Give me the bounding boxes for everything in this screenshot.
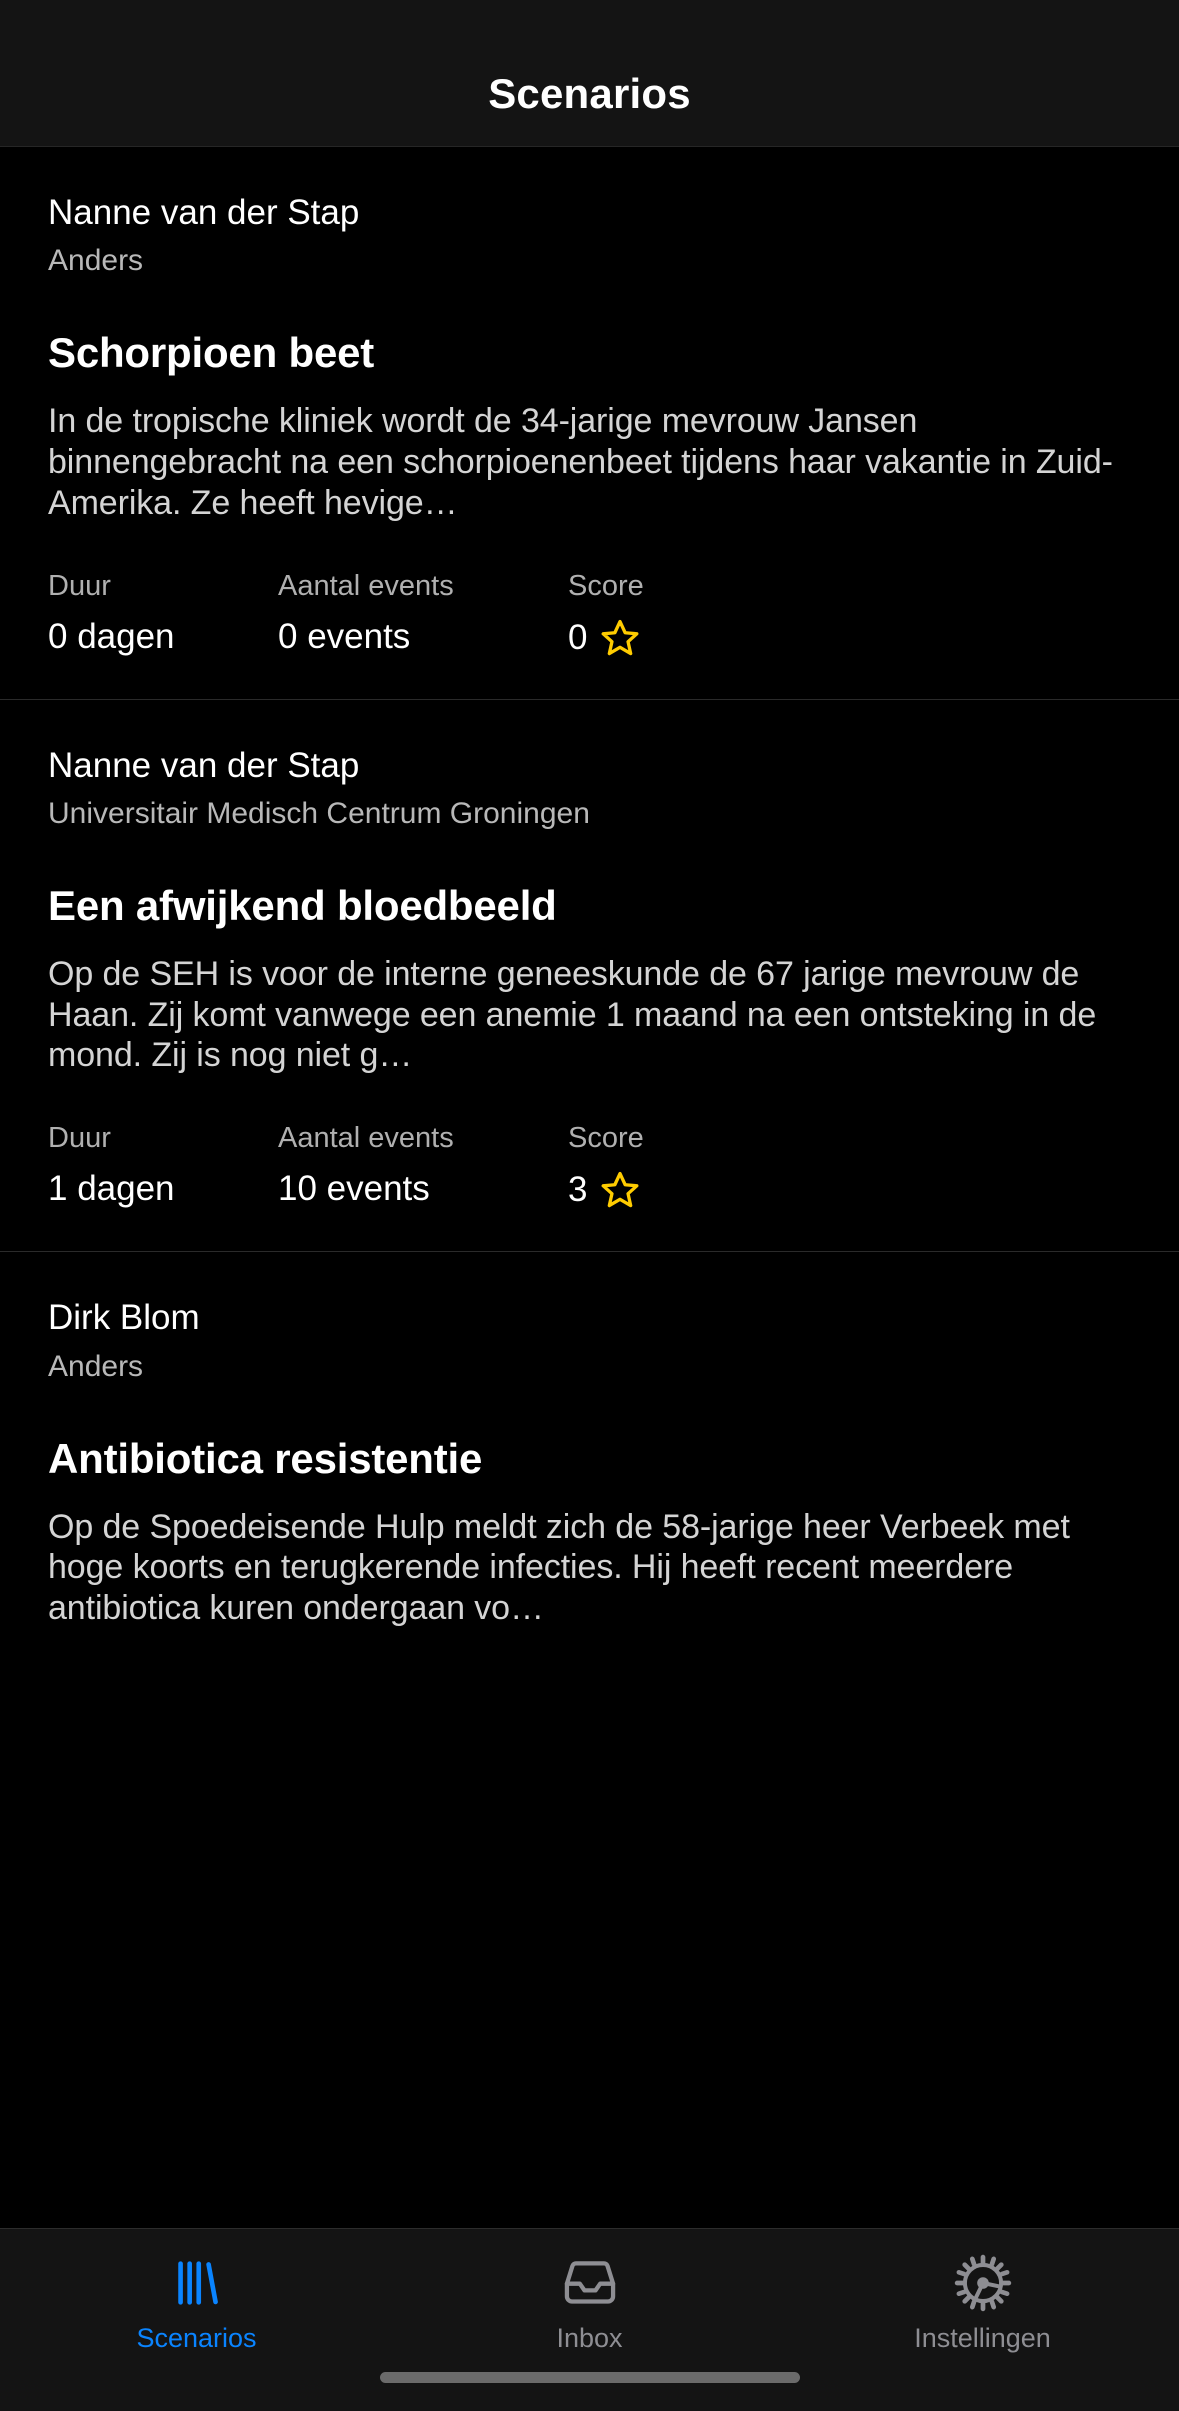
scenario-author: Nanne van der Stap	[48, 745, 360, 785]
stat-events: Aantal events 0 events	[278, 570, 568, 659]
scenario-organisation: Universitair Medisch Centrum Groningen	[48, 796, 590, 830]
stat-events-value: 0 events	[278, 616, 411, 656]
scenario-organisation: Anders	[48, 1349, 144, 1383]
scenario-organisation: Anders	[48, 244, 144, 278]
page-title: Scenarios	[488, 70, 691, 117]
stat-duur-value: 0 dagen	[48, 616, 175, 656]
stat-events-label: Aantal events	[278, 569, 454, 602]
star-icon	[602, 619, 639, 655]
scenario-title: Antibiotica resistentie	[48, 1434, 483, 1482]
scenario-author: Dirk Blom	[48, 1298, 200, 1338]
stat-score-label: Score	[568, 1122, 644, 1155]
stat-score-value: 3	[568, 1170, 588, 1210]
inbox-icon	[560, 2253, 620, 2313]
stat-events-label: Aantal events	[278, 1122, 454, 1155]
books-icon	[168, 2253, 226, 2313]
list-item[interactable]: Dirk Blom Anders Antibiotica resistentie…	[0, 1252, 1179, 1669]
stat-duur-value: 1 dagen	[48, 1169, 175, 1209]
tab-bar: Scenarios Inbox Instellingen	[0, 2228, 1179, 2411]
home-indicator	[379, 2372, 800, 2383]
scenario-stats: Duur 1 dagen Aantal events 10 events Sco…	[48, 1122, 1131, 1211]
scenario-description: Op de Spoedeisende Hulp meldt zich de 58…	[48, 1507, 1070, 1628]
stat-score-label: Score	[568, 569, 644, 602]
star-icon	[602, 1172, 639, 1208]
scenario-description: In de tropische kliniek wordt de 34-jari…	[48, 402, 1113, 522]
scenario-title: Een afwijkend bloedbeeld	[48, 881, 557, 929]
stat-duur-label: Duur	[48, 569, 111, 602]
stat-events: Aantal events 10 events	[278, 1122, 568, 1211]
stat-score-value-wrap: 0	[568, 617, 644, 659]
navigation-bar: Scenarios	[0, 0, 1179, 147]
tab-instellingen-label: Instellingen	[914, 2323, 1051, 2353]
list-item[interactable]: Nanne van der Stap Anders Schorpioen bee…	[0, 147, 1179, 700]
tab-scenarios[interactable]: Scenarios	[0, 2253, 393, 2354]
scenario-stats: Duur 0 dagen Aantal events 0 events Scor…	[48, 570, 1131, 659]
stat-score: Score 3	[568, 1122, 644, 1211]
stat-duur-label: Duur	[48, 1122, 111, 1155]
tab-inbox-label: Inbox	[556, 2323, 623, 2353]
tab-instellingen[interactable]: Instellingen	[786, 2253, 1179, 2354]
stat-events-value: 10 events	[278, 1169, 430, 1209]
stat-duur: Duur 0 dagen	[48, 570, 278, 659]
tab-inbox[interactable]: Inbox	[393, 2253, 786, 2354]
scenario-description: Op de SEH is voor de interne geneeskunde…	[48, 954, 1097, 1075]
gear-icon	[953, 2253, 1013, 2313]
scenario-title: Schorpioen beet	[48, 329, 375, 377]
stat-score: Score 0	[568, 570, 644, 659]
tab-scenarios-label: Scenarios	[136, 2323, 257, 2353]
stat-duur: Duur 1 dagen	[48, 1122, 278, 1211]
stat-score-value-wrap: 3	[568, 1169, 644, 1211]
scenario-list[interactable]: Nanne van der Stap Anders Schorpioen bee…	[0, 147, 1179, 2228]
scenario-author: Nanne van der Stap	[48, 193, 360, 232]
list-item[interactable]: Nanne van der Stap Universitair Medisch …	[0, 699, 1179, 1253]
app-screen: Scenarios Nanne van der Stap Anders Scho…	[0, 0, 1179, 2411]
stat-score-value: 0	[568, 617, 588, 657]
